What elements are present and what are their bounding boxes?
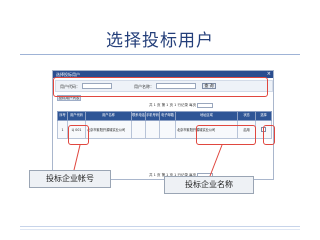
header-status: 状态 — [237, 111, 256, 121]
header-name: 用户名称 — [85, 111, 132, 121]
page-size-label: 每页 — [189, 103, 197, 107]
cell-no: 1 — [57, 120, 68, 139]
close-icon[interactable]: × — [267, 71, 271, 78]
pager-top: 共 1 页 第 1 页 1 行记录 每页 — [149, 102, 214, 108]
highlight-select-cell — [263, 125, 275, 145]
header-address: 地址区域 — [175, 111, 238, 121]
header-tel: 联系电话 — [131, 111, 146, 121]
page-size-select[interactable] — [197, 102, 214, 108]
title-divider — [20, 54, 300, 55]
cell-tel — [131, 120, 146, 139]
header-email: 电子邮箱 — [159, 111, 176, 121]
header-select: 选择 — [255, 111, 272, 121]
highlight-search-panel — [53, 77, 268, 97]
header-mobile: 手机号码 — [145, 111, 160, 121]
cell-email — [159, 120, 176, 139]
header-code: 用户代码 — [67, 111, 86, 121]
slide-title: 选择投标用户 — [106, 31, 214, 51]
highlight-code-cell — [68, 125, 89, 145]
highlight-name-cell — [196, 125, 256, 145]
footer-rule-secondary — [20, 229, 300, 230]
footer-rule — [20, 226, 300, 227]
callout-name: 投标企业名称 — [164, 176, 254, 194]
cell-name: 北京市紫阳开源城实业公司 — [85, 120, 132, 139]
cell-mobile — [145, 120, 160, 139]
callout-account: 投标企业帐号 — [29, 170, 111, 188]
header-no: 序号 — [57, 111, 68, 121]
table-header-row: 序号 用户代码 用户名称 联系电话 手机号码 电子邮箱 地址区域 状态 选择 — [57, 111, 272, 121]
pager-top-text: 共 1 页 第 1 页 1 行记录 — [149, 103, 188, 107]
